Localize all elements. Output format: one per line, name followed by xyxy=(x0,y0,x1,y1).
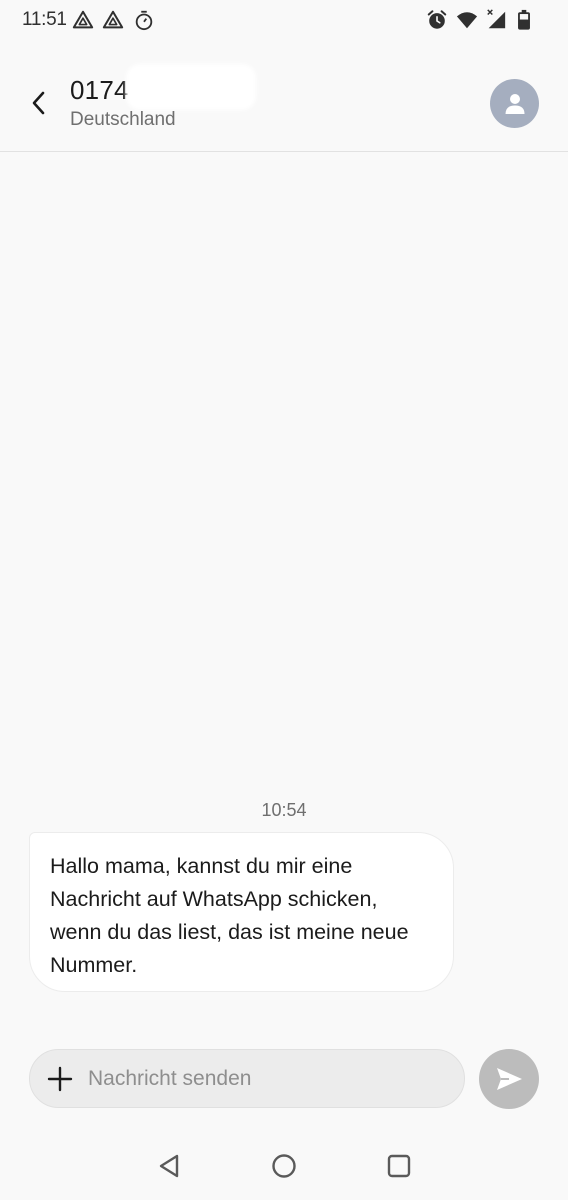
send-button[interactable] xyxy=(479,1049,539,1109)
battery-icon xyxy=(518,9,530,30)
redaction-mark xyxy=(126,64,256,110)
back-button[interactable] xyxy=(22,86,56,120)
message-line: wenn du das liest, das ist meine neue xyxy=(50,920,409,944)
contact-avatar[interactable] xyxy=(490,79,539,128)
send-icon xyxy=(497,1068,522,1090)
conversation-header: 0174 Deutschland xyxy=(0,42,568,152)
message-timestamp: 10:54 xyxy=(261,800,307,820)
messaging-screen: 11:51 0174 Deutschland 10:54 Hallo mama,… xyxy=(0,0,568,1200)
system-nav-bar xyxy=(0,1130,568,1200)
message-line: Nummer. xyxy=(50,953,138,977)
message-input[interactable] xyxy=(88,1058,448,1100)
timer-icon xyxy=(135,10,153,31)
person-icon xyxy=(505,93,524,114)
signal-icon xyxy=(487,9,506,29)
recents-square-icon xyxy=(387,1154,411,1178)
alarm-icon xyxy=(427,10,447,29)
incoming-message-bubble[interactable]: Hallo mama, kannst du mir eine Nachricht… xyxy=(29,832,454,992)
contact-number[interactable]: 0174 xyxy=(70,75,129,106)
nav-home-button[interactable] xyxy=(266,1148,302,1184)
back-triangle-icon xyxy=(159,1154,179,1178)
add-attachment-button[interactable] xyxy=(44,1063,76,1095)
contact-country: Deutschland xyxy=(70,109,176,130)
wifi-icon xyxy=(456,12,478,29)
status-time: 11:51 xyxy=(22,9,67,30)
message-line: Hallo mama, kannst du mir eine xyxy=(50,854,353,878)
drive-icon xyxy=(102,10,124,29)
nav-recents-button[interactable] xyxy=(381,1148,417,1184)
nav-back-button[interactable] xyxy=(152,1148,188,1184)
home-circle-icon xyxy=(272,1154,296,1178)
drive-icon xyxy=(72,10,94,29)
message-line: Nachricht auf WhatsApp schicken, xyxy=(50,887,378,911)
plus-icon xyxy=(47,1066,73,1092)
status-bar: 11:51 xyxy=(0,0,568,42)
message-composer xyxy=(29,1049,465,1108)
back-arrow-icon xyxy=(32,91,45,115)
